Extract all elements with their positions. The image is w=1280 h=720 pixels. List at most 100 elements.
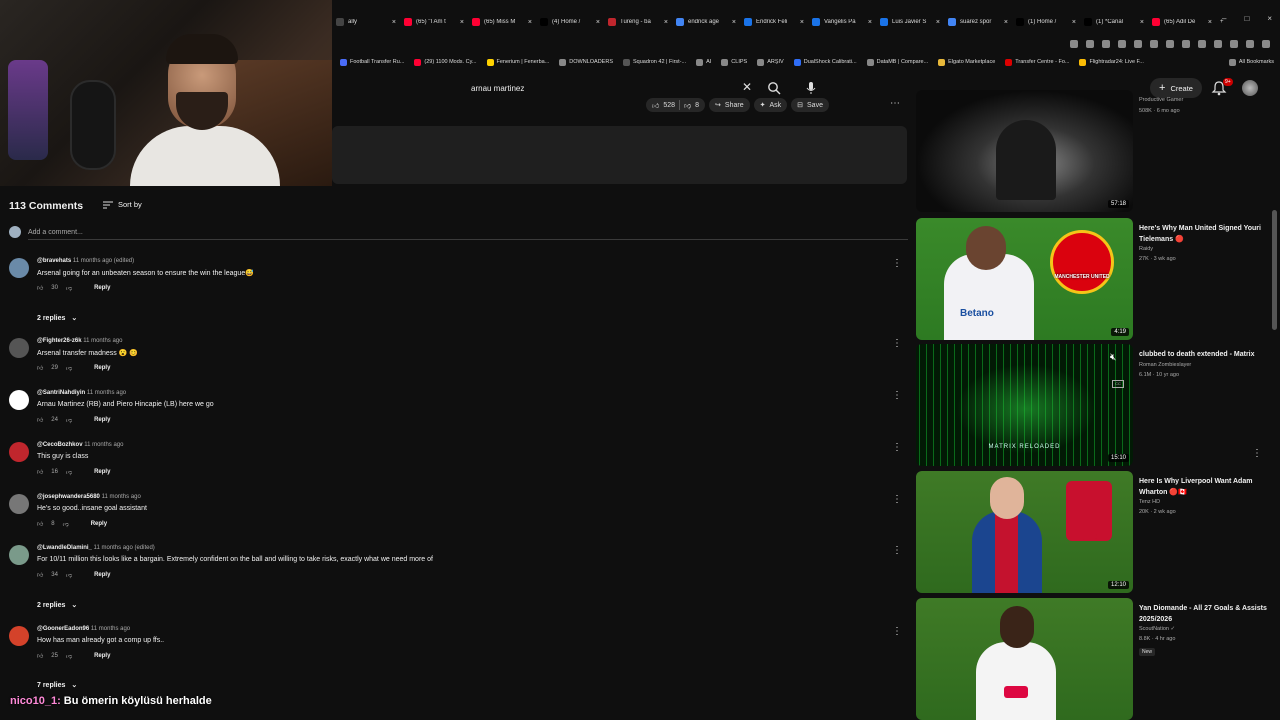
bookmark-item[interactable]: CLIPS — [721, 58, 747, 66]
bookmark-item[interactable]: Football Transfer Ru... — [340, 58, 404, 66]
browser-tab[interactable]: (1) *Canal × — [1080, 12, 1148, 32]
thumbs-up-icon[interactable]: 👍︎ — [652, 101, 659, 110]
comment-time[interactable]: 11 months ago (edited) — [94, 545, 155, 551]
ask-button[interactable]: ✦ Ask — [753, 98, 788, 112]
cast-icon[interactable] — [1102, 40, 1110, 48]
share-button[interactable]: ↪ Share — [709, 98, 750, 112]
video-title[interactable]: Here's Why Man United Signed Youri Tiele… — [1139, 224, 1267, 245]
maximize-button[interactable]: □ — [1244, 14, 1249, 23]
save-button[interactable]: ⊟ Save — [791, 98, 829, 112]
tab-close-icon[interactable]: × — [528, 19, 532, 26]
avatar[interactable] — [9, 442, 29, 462]
avatar[interactable] — [9, 390, 29, 410]
view-replies-button[interactable]: 2 replies ⌄ — [37, 314, 77, 323]
extension-icon[interactable] — [1198, 40, 1206, 48]
sidebar-icon[interactable] — [1230, 40, 1238, 48]
bookmark-item[interactable]: AI — [696, 58, 711, 66]
tab-close-icon[interactable]: × — [664, 19, 668, 26]
add-comment-field[interactable]: Add a comment... — [9, 226, 83, 238]
recommended-video[interactable]: L.F.C. 12:10 Here Is Why Liverpool Want … — [916, 471, 1271, 593]
sidebar-scrollbar[interactable] — [1272, 210, 1277, 330]
bookmark-item[interactable]: Flightradar24: Live F... — [1079, 58, 1144, 66]
clear-search-icon[interactable]: ✕ — [740, 80, 754, 94]
video-title[interactable]: Here Is Why Liverpool Want Adam Wharton … — [1139, 477, 1267, 498]
more-actions-icon[interactable]: ⋯ — [890, 98, 900, 109]
comment-menu-icon[interactable]: ⋮ — [892, 626, 902, 637]
bookmark-item[interactable]: ARŞIV — [757, 58, 784, 66]
search-input[interactable]: arnau martinez — [462, 78, 762, 98]
comment-author[interactable]: @LwandleDlamini_ — [37, 545, 92, 551]
video-channel[interactable]: Raidy — [1139, 246, 1153, 252]
comment-time[interactable]: 11 months ago — [91, 626, 130, 632]
browser-tab[interactable]: Vangelis Pa × — [808, 12, 876, 32]
star-icon[interactable] — [1134, 40, 1142, 48]
comment-menu-icon[interactable]: ⋮ — [892, 338, 902, 349]
thumbs-down-icon[interactable]: 👎︎ — [66, 416, 72, 424]
description-box[interactable] — [332, 126, 907, 184]
avatar[interactable] — [9, 494, 29, 514]
puzzle-icon[interactable] — [1214, 40, 1222, 48]
thumbs-up-icon[interactable]: 👍︎ — [37, 416, 43, 424]
bookmark-item[interactable]: DualShock Calibrati... — [793, 58, 857, 66]
extension-icon[interactable] — [1166, 40, 1174, 48]
video-title[interactable]: Yan Diomande - All 27 Goals & Assists 20… — [1139, 604, 1267, 625]
browser-tab[interactable]: suarez spor × — [944, 12, 1012, 32]
tab-close-icon[interactable]: × — [1140, 19, 1144, 26]
browser-tab[interactable]: ally × — [332, 12, 400, 32]
recommended-video[interactable]: Betano MANCHESTER UNITED 4:19 Here's Why… — [916, 218, 1271, 340]
comment-time[interactable]: 11 months ago — [83, 338, 122, 344]
extension-icon[interactable] — [1182, 40, 1190, 48]
tab-close-icon[interactable]: × — [1004, 19, 1008, 26]
recommended-video[interactable]: Yan Diomande - All 27 Goals & Assists 20… — [916, 598, 1271, 720]
thumbs-down-icon[interactable]: 👎︎ — [66, 652, 72, 660]
minimize-button[interactable]: – — [1222, 14, 1226, 23]
comment-time[interactable]: 11 months ago — [87, 390, 126, 396]
comment-time[interactable]: 11 months ago (edited) — [73, 258, 134, 264]
comment-menu-icon[interactable]: ⋮ — [892, 545, 902, 556]
bookmark-item[interactable]: DOWNLOADERS — [559, 58, 613, 66]
cc-icon[interactable]: CC — [1112, 380, 1124, 388]
browser-tab[interactable]: Tureng - ba × — [604, 12, 672, 32]
comment-author[interactable]: @Fighter26-z6k — [37, 338, 82, 344]
tab-close-icon[interactable]: × — [392, 19, 396, 26]
tab-close-icon[interactable]: × — [800, 19, 804, 26]
avatar[interactable] — [9, 338, 29, 358]
comment-author[interactable]: @josephwandera5680 — [37, 494, 100, 500]
all-bookmarks[interactable]: All Bookmarks — [1228, 54, 1274, 70]
close-window-button[interactable]: × — [1267, 14, 1272, 23]
view-replies-button[interactable]: 7 replies ⌄ — [37, 681, 77, 690]
reply-button[interactable]: Reply — [91, 521, 107, 527]
browser-tab[interactable]: (65) "I Am t × — [400, 12, 468, 32]
video-title[interactable]: clubbed to death extended - Matrix — [1139, 350, 1267, 361]
recommended-video[interactable]: 57:18 Productive Gamer 508K · 6 mo ago — [916, 90, 1271, 212]
comment-time[interactable]: 11 months ago — [84, 442, 123, 448]
extension-icon[interactable] — [1150, 40, 1158, 48]
translate-icon[interactable] — [1070, 40, 1078, 48]
thumbs-down-icon[interactable]: 👎︎ — [66, 284, 72, 292]
profile-icon[interactable] — [1246, 40, 1254, 48]
view-replies-button[interactable]: 2 replies ⌄ — [37, 601, 77, 610]
browser-tab[interactable]: Endrick Feli × — [740, 12, 808, 32]
tab-close-icon[interactable]: × — [1208, 19, 1212, 26]
browser-tab[interactable]: (1) Home / × — [1012, 12, 1080, 32]
video-channel[interactable]: Roman Zombieslayer — [1139, 362, 1191, 368]
thumbs-up-icon[interactable]: 👍︎ — [37, 468, 43, 476]
bookmark-item[interactable]: Fenerium | Fenerba... — [486, 58, 549, 66]
bookmark-item[interactable]: Squadron 42 | First-... — [623, 58, 686, 66]
thumbs-down-icon[interactable]: 👎︎ — [66, 468, 72, 476]
tab-close-icon[interactable]: × — [460, 19, 464, 26]
voice-search-button[interactable] — [802, 78, 820, 98]
zoom-icon[interactable] — [1086, 40, 1094, 48]
tab-close-icon[interactable]: × — [1072, 19, 1076, 26]
browser-tab[interactable]: Luis Javier S × — [876, 12, 944, 32]
reply-button[interactable]: Reply — [94, 653, 110, 659]
thumbs-up-icon[interactable]: 👍︎ — [37, 652, 43, 660]
browser-tab[interactable]: endrick age × — [672, 12, 740, 32]
bookmark-item[interactable]: Elgato Marketplace — [938, 58, 995, 66]
reply-button[interactable]: Reply — [94, 572, 110, 578]
comment-time[interactable]: 11 months ago — [102, 494, 141, 500]
tab-close-icon[interactable]: × — [732, 19, 736, 26]
browser-tab[interactable]: (65) Adil De × — [1148, 12, 1216, 32]
video-thumbnail[interactable]: 57:18 — [916, 90, 1133, 212]
recommended-video[interactable]: MATRIX RELOADED 🔇︎ CC 15:10 clubbed to d… — [916, 344, 1271, 466]
